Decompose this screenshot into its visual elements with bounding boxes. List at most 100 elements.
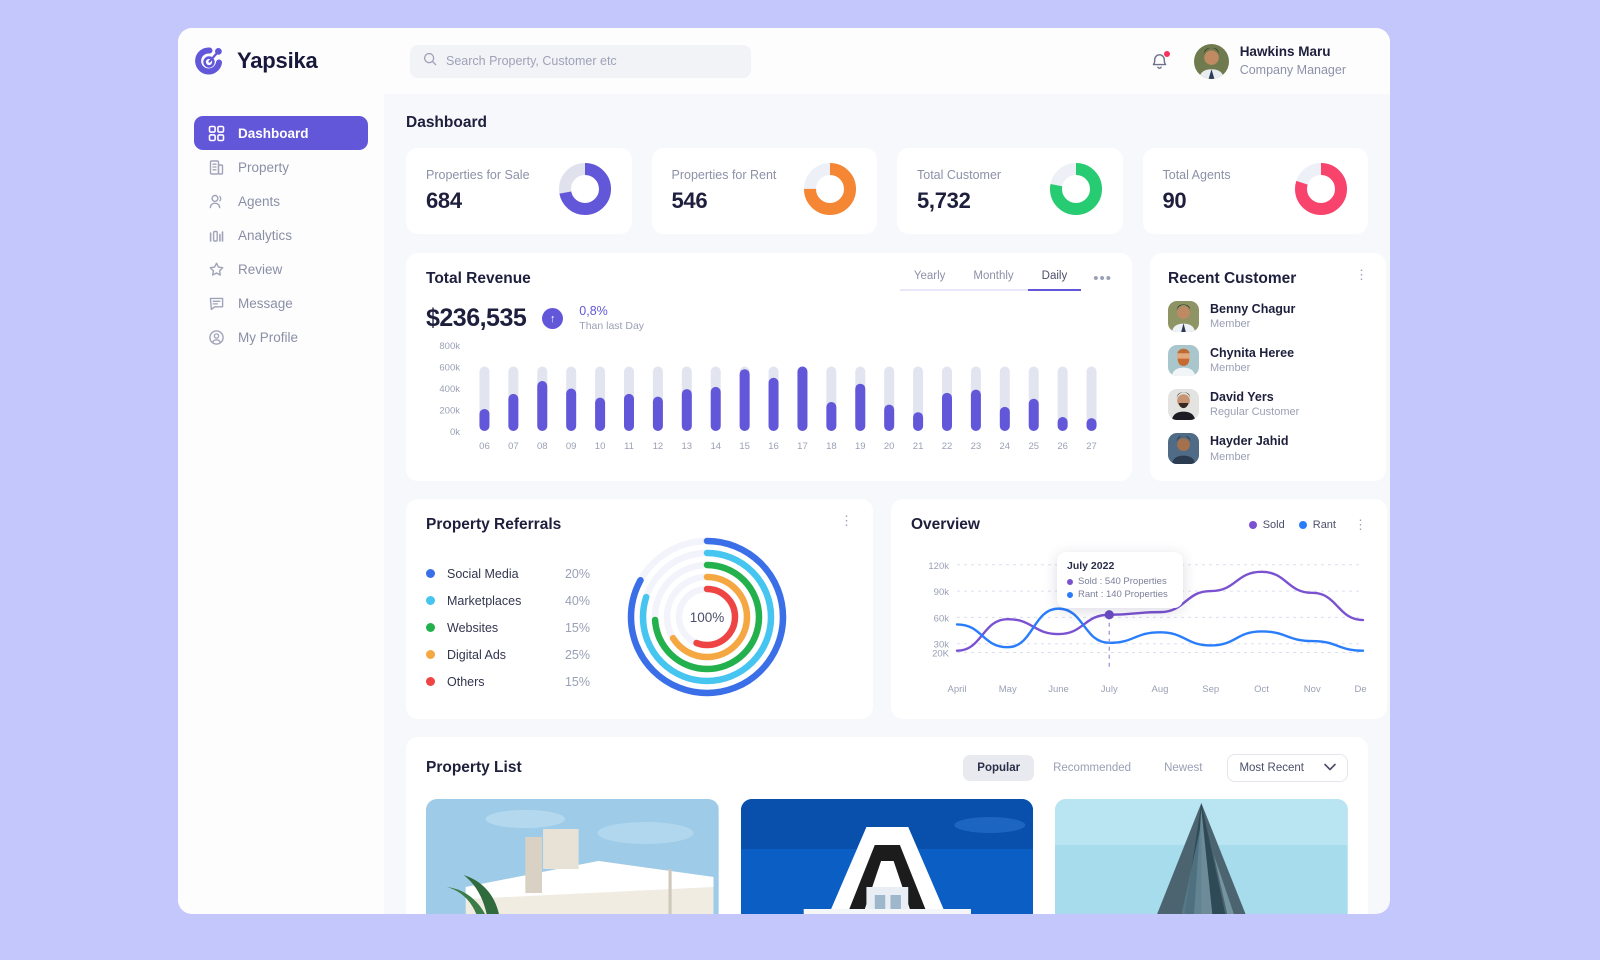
chat-icon xyxy=(208,295,225,312)
referrals-legend: Social Media 20% Marketplaces 40% Websit… xyxy=(426,546,616,689)
svg-text:120k: 120k xyxy=(928,561,949,572)
sidebar-item-my-profile[interactable]: My Profile xyxy=(194,320,368,354)
legend-color-dot xyxy=(426,677,435,687)
svg-text:10: 10 xyxy=(595,441,606,452)
customer-name: Hayder Jahid xyxy=(1210,434,1289,449)
tooltip-title: July 2022 xyxy=(1067,560,1115,573)
property-grid xyxy=(426,799,1349,914)
donut-chart-agents xyxy=(1294,162,1348,221)
sidebar-item-message[interactable]: Message xyxy=(194,286,368,320)
sidebar-item-property[interactable]: Property xyxy=(194,150,368,184)
revenue-header: Total Revenue Yearly Monthly Daily ••• xyxy=(426,270,1112,291)
sidebar-item-analytics[interactable]: Analytics xyxy=(194,218,368,252)
legend-item-digital-ads[interactable]: Digital Ads 25% xyxy=(426,648,616,662)
svg-text:21: 21 xyxy=(913,441,924,452)
search-bar[interactable] xyxy=(410,44,751,78)
legend-item-social-media[interactable]: Social Media 20% xyxy=(426,567,616,581)
trend-subtitle: Than last Day xyxy=(579,319,645,332)
legend-item-others[interactable]: Others 15% xyxy=(426,675,616,689)
legend-label: Social Media xyxy=(447,566,519,581)
svg-text:25: 25 xyxy=(1028,441,1039,452)
stat-text: Total Agents 90 xyxy=(1163,168,1231,214)
donut-chart-customer xyxy=(1049,162,1103,221)
sidebar-item-review[interactable]: Review xyxy=(194,252,368,286)
svg-text:07: 07 xyxy=(508,441,519,452)
tab-popular[interactable]: Popular xyxy=(963,755,1035,782)
stat-card-properties-for-sale[interactable]: Properties for Sale 684 xyxy=(406,148,632,234)
svg-text:13: 13 xyxy=(682,441,693,452)
legend-label: Others xyxy=(447,674,485,689)
stat-card-total-customer[interactable]: Total Customer 5,732 xyxy=(897,148,1123,234)
tab-monthly[interactable]: Monthly xyxy=(959,270,1028,291)
more-vertical-icon[interactable]: ⋮ xyxy=(1354,518,1367,532)
legend-item-marketplaces[interactable]: Marketplaces 40% xyxy=(426,594,616,608)
legend-value: 40% xyxy=(564,593,590,608)
legend-item-websites[interactable]: Websites 15% xyxy=(426,621,616,635)
tab-newest[interactable]: Newest xyxy=(1150,755,1216,781)
svg-text:24: 24 xyxy=(1000,441,1011,452)
stat-value: 5,732 xyxy=(917,188,971,213)
user-circle-icon xyxy=(208,329,225,346)
legend-label: Digital Ads xyxy=(447,647,507,662)
more-horizontal-icon[interactable]: ••• xyxy=(1093,270,1112,287)
svg-text:0k: 0k xyxy=(450,427,460,438)
list-item[interactable]: Chynita Heree Member xyxy=(1168,345,1368,377)
sidebar-item-dashboard[interactable]: Dashboard xyxy=(194,116,368,150)
user-menu[interactable]: Hawkins Maru Company Manager xyxy=(1193,43,1346,79)
more-vertical-icon[interactable]: ⋮ xyxy=(840,514,853,528)
svg-text:15: 15 xyxy=(739,441,750,452)
legend-color-dot xyxy=(1248,521,1257,530)
user-text: Hawkins Maru Company Manager xyxy=(1240,43,1346,78)
tab-daily[interactable]: Daily xyxy=(1027,270,1082,291)
svg-text:26: 26 xyxy=(1057,441,1068,452)
property-list-controls: Popular Recommended Newest Most Recent xyxy=(963,754,1348,783)
property-card-white-house-blue-sky[interactable] xyxy=(740,799,1034,914)
notification-bell-icon[interactable] xyxy=(1149,49,1171,72)
brand[interactable]: Yapsika xyxy=(178,44,384,78)
svg-text:400k: 400k xyxy=(439,384,460,395)
tooltip-row-sold: Sold : 540 Properties xyxy=(1067,576,1173,587)
customer-text: Hayder Jahid Member xyxy=(1210,433,1289,464)
stat-text: Properties for Sale 684 xyxy=(426,168,530,214)
svg-text:12: 12 xyxy=(653,441,664,452)
grid-icon xyxy=(208,125,225,142)
tooltip-label: Rant : 140 Properties xyxy=(1078,589,1168,601)
search-input[interactable] xyxy=(446,54,738,68)
stat-label: Properties for Sale xyxy=(426,168,530,182)
avatar xyxy=(1168,389,1199,421)
property-card-villa-modern-pool[interactable] xyxy=(426,799,719,914)
customer-name: Benny Chagur xyxy=(1210,302,1296,316)
total-revenue-card: Total Revenue Yearly Monthly Daily ••• $… xyxy=(406,253,1132,482)
legend-value: 15% xyxy=(564,620,590,635)
sidebar-item-label: Agents xyxy=(238,193,281,209)
svg-text:20: 20 xyxy=(884,441,895,452)
sort-select[interactable]: Most Recent xyxy=(1227,754,1348,783)
card-title: Recent Customer xyxy=(1168,270,1297,287)
tooltip-label: Sold : 540 Properties xyxy=(1078,576,1167,588)
svg-text:90k: 90k xyxy=(934,587,950,598)
trend-percent: 0,8% xyxy=(579,304,608,318)
legend-item-rant[interactable]: Rant xyxy=(1298,519,1336,531)
tab-recommended[interactable]: Recommended xyxy=(1039,755,1145,781)
recent-customer-card: Recent Customer ⋮ Benny Chagur Member Ch… xyxy=(1150,253,1386,482)
tab-yearly[interactable]: Yearly xyxy=(899,270,960,291)
svg-text:16: 16 xyxy=(768,441,779,452)
stat-card-total-agents[interactable]: Total Agents 90 xyxy=(1142,148,1368,234)
property-card-glass-tower[interactable] xyxy=(1055,799,1349,914)
sidebar-item-agents[interactable]: Agents xyxy=(194,184,368,218)
svg-text:Sep: Sep xyxy=(1202,684,1219,695)
more-vertical-icon[interactable]: ⋮ xyxy=(1355,268,1368,282)
sidebar-item-label: Dashboard xyxy=(238,125,309,141)
overview-legend: Sold Rant ⋮ xyxy=(1248,518,1367,532)
overview-card: Overview Sold Rant ⋮ 20K 30k 60k 90k 120… xyxy=(891,499,1387,720)
list-item[interactable]: Benny Chagur Member xyxy=(1168,301,1368,333)
stat-card-properties-for-rent[interactable]: Properties for Rent 546 xyxy=(651,148,877,234)
donut-chart-rent xyxy=(803,162,857,221)
property-list-card: Property List Popular Recommended Newest… xyxy=(406,737,1368,914)
list-item[interactable]: David Yers Regular Customer xyxy=(1168,389,1368,421)
legend-label: Marketplaces xyxy=(447,593,522,608)
ring-center-label: 100% xyxy=(689,609,725,625)
legend-item-sold[interactable]: Sold xyxy=(1248,519,1285,531)
stat-value: 546 xyxy=(671,188,708,213)
list-item[interactable]: Hayder Jahid Member xyxy=(1168,433,1368,465)
